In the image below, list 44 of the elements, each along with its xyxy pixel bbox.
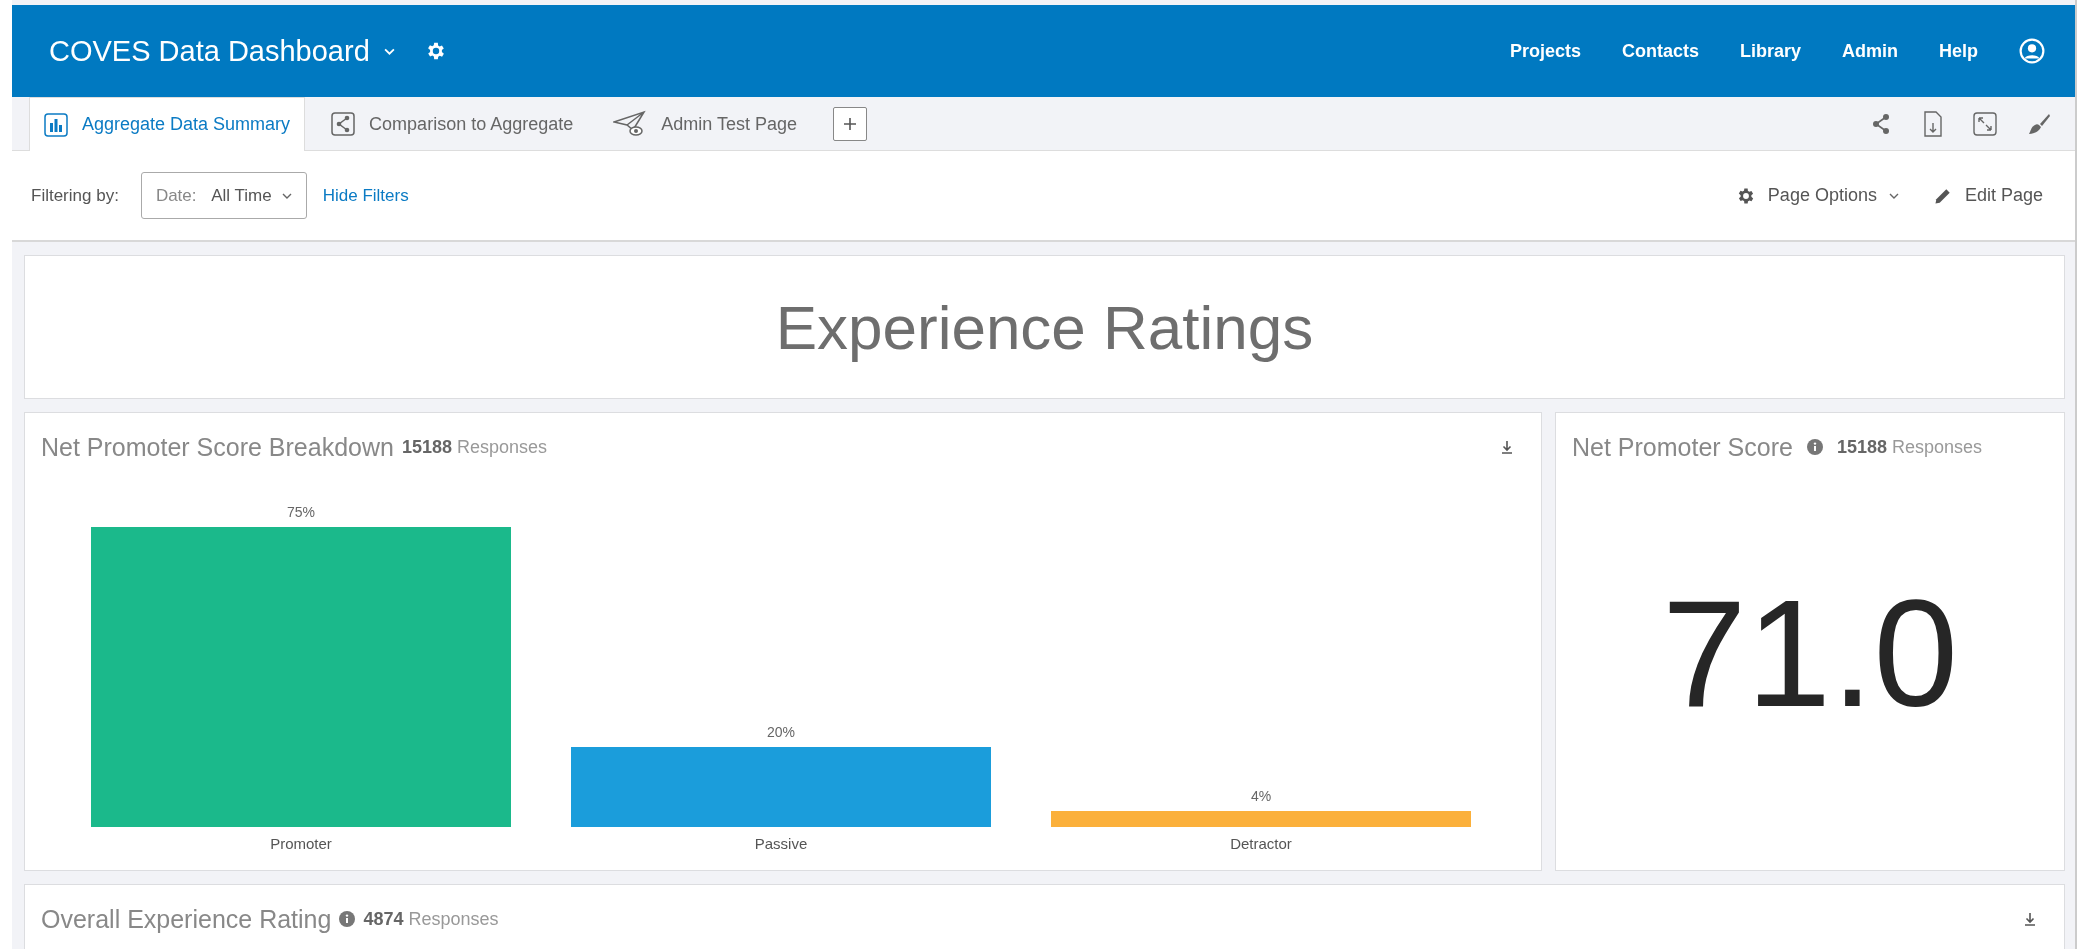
info-icon[interactable] — [1806, 439, 1823, 455]
category-label: Detractor — [1230, 835, 1292, 852]
card-title: Overall Experience Rating — [41, 904, 332, 934]
edit-page-button[interactable]: Edit Page — [1932, 185, 2043, 206]
page-options-button[interactable]: Page Options — [1735, 185, 1899, 206]
info-icon[interactable] — [339, 911, 356, 927]
dashboard-title[interactable]: COVES Data Dashboard — [49, 34, 370, 68]
card-title: Net Promoter Score Breakdown — [41, 432, 394, 462]
paper-plane-eye-icon — [613, 110, 648, 138]
download-icon[interactable] — [1501, 440, 1513, 454]
nav-link[interactable]: Projects — [1509, 40, 1581, 62]
caret-icon[interactable] — [383, 47, 395, 55]
add-page-button[interactable] — [833, 107, 867, 141]
filter-label: Filtering by: — [31, 185, 119, 206]
score-value: 71.0 — [1661, 567, 1959, 740]
user-icon[interactable] — [2019, 38, 2045, 64]
nav-link[interactable]: Help — [1939, 40, 1978, 62]
response-count: 15188 Responses — [1836, 436, 1983, 458]
response-count: 4874 Responses — [363, 908, 499, 930]
category-label: Passive — [754, 835, 808, 852]
bar-chart-icon — [44, 112, 68, 137]
page-tab[interactable]: Comparison to Aggregate — [317, 98, 588, 150]
export-document-icon[interactable] — [1923, 111, 1943, 137]
value-label: 75% — [287, 504, 315, 520]
category-label: Promoter — [270, 835, 332, 852]
page-tab[interactable]: Admin Test Page — [599, 98, 811, 150]
download-icon[interactable] — [2024, 912, 2036, 926]
hide-filters-link[interactable]: Hide Filters — [322, 185, 409, 206]
nav-link[interactable]: Contacts — [1621, 40, 1699, 62]
section-title: Experience Ratings — [775, 291, 1314, 363]
chevron-down-icon — [1888, 192, 1899, 199]
share-icon — [331, 112, 356, 136]
paintbrush-icon[interactable] — [2027, 112, 2051, 136]
nav-link[interactable]: Library — [1739, 40, 1801, 62]
page-tab[interactable]: Aggregate Data Summary — [29, 97, 306, 151]
response-count: 15188 Responses — [401, 436, 548, 458]
value-label: 4% — [1250, 788, 1272, 804]
nav-link[interactable]: Admin — [1842, 40, 1898, 62]
plus-icon — [843, 117, 857, 131]
expand-icon[interactable] — [1973, 112, 1997, 136]
chevron-down-icon — [281, 192, 292, 199]
card-title: Net Promoter Score — [1572, 432, 1793, 462]
date-filter-dropdown[interactable]: Date: All Time — [140, 172, 307, 219]
value-label: 20% — [767, 724, 795, 740]
